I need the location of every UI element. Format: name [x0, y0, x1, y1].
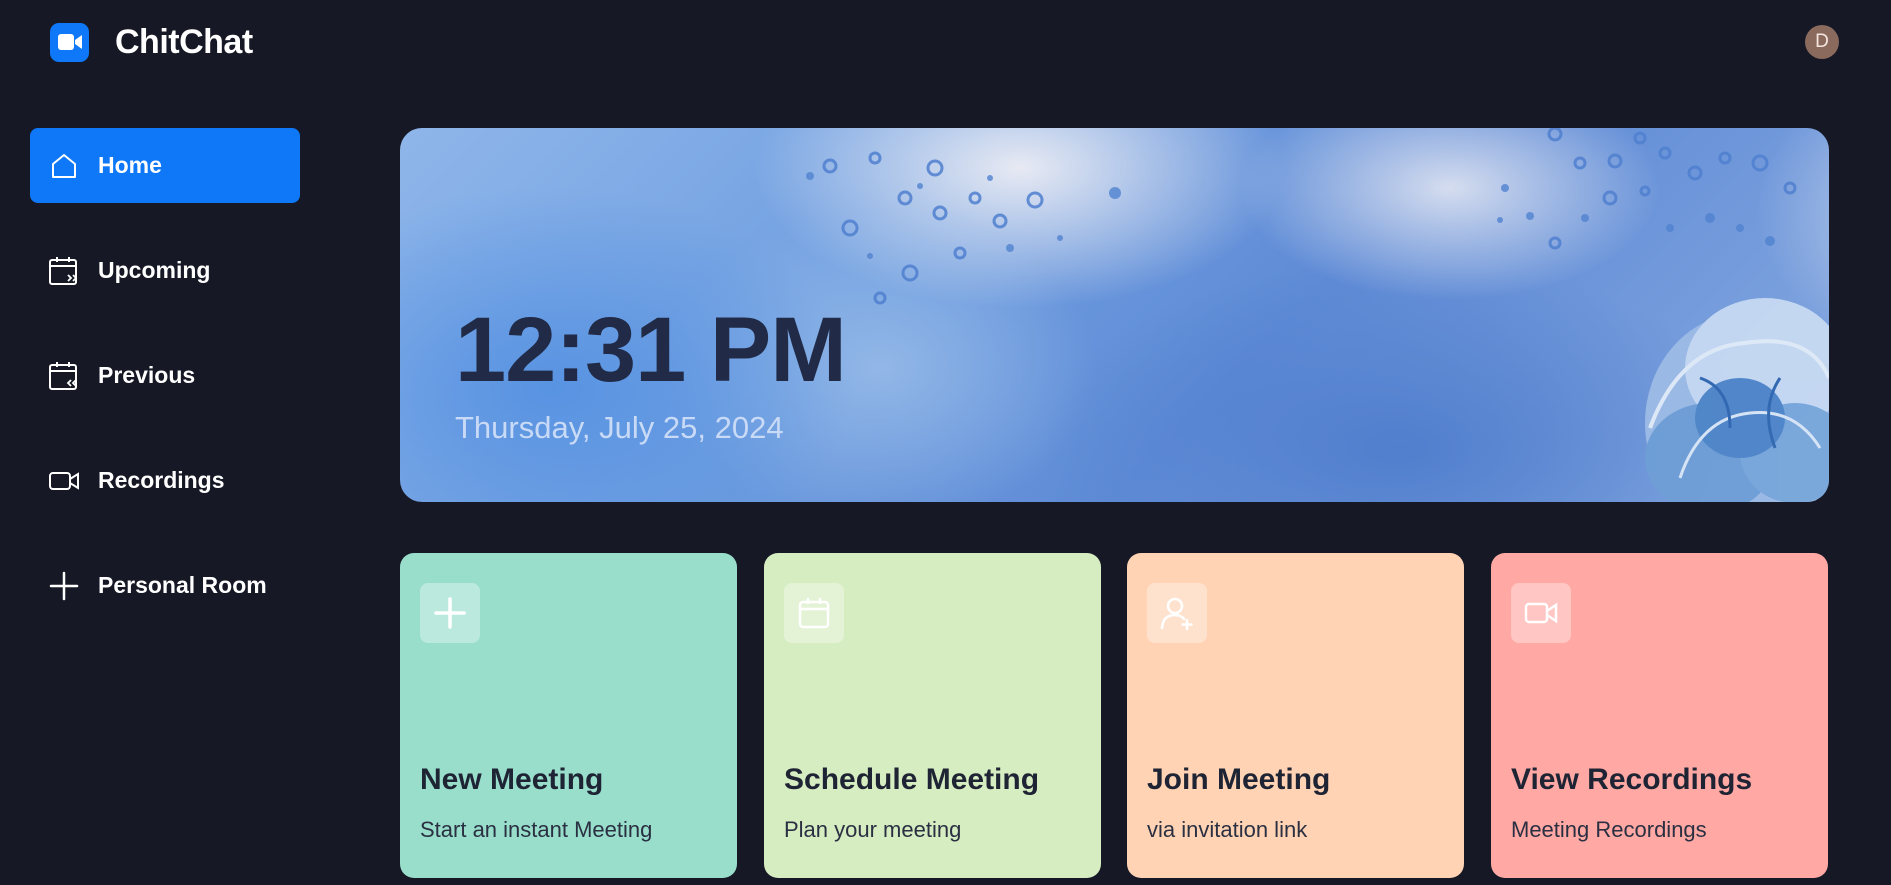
avatar[interactable]: D — [1805, 25, 1839, 59]
current-date: Thursday, July 25, 2024 — [455, 410, 784, 445]
current-time: 12:31 PM — [455, 299, 847, 401]
sidebar-item-previous[interactable]: Previous — [30, 338, 300, 413]
action-cards: New Meeting Start an instant Meeting Sch… — [400, 553, 1829, 878]
sidebar-item-upcoming[interactable]: Upcoming — [30, 233, 300, 308]
card-subtitle: Start an instant Meeting — [420, 817, 653, 842]
card-title: New Meeting — [420, 763, 604, 796]
card-subtitle: via invitation link — [1147, 817, 1308, 842]
plus-icon — [420, 583, 480, 643]
calendar-icon — [784, 583, 844, 643]
sidebar-item-home[interactable]: Home — [30, 128, 300, 203]
video-camera-icon — [50, 22, 89, 62]
join-meeting-card[interactable]: Join Meeting via invitation link — [1127, 553, 1464, 878]
top-bar: ChitChat D — [0, 0, 1891, 84]
card-subtitle: Meeting Recordings — [1511, 817, 1707, 842]
card-title: Schedule Meeting — [784, 763, 1040, 796]
view-recordings-card[interactable]: View Recordings Meeting Recordings — [1491, 553, 1828, 878]
card-subtitle: Plan your meeting — [784, 817, 962, 842]
sidebar: Home Upcoming Previous Recordings Person… — [30, 128, 300, 653]
calendar-forward-icon — [48, 255, 80, 287]
sidebar-item-recordings[interactable]: Recordings — [30, 443, 300, 518]
sidebar-item-label: Recordings — [98, 467, 225, 493]
sidebar-item-label: Home — [98, 152, 162, 178]
new-meeting-card[interactable]: New Meeting Start an instant Meeting — [400, 553, 737, 878]
app-name: ChitChat — [115, 22, 253, 61]
calendar-back-icon — [48, 360, 80, 392]
hero-banner: 12:31 PM Thursday, July 25, 2024 — [400, 128, 1829, 502]
plus-icon — [48, 570, 80, 602]
card-title: View Recordings — [1511, 763, 1753, 796]
add-user-icon — [1147, 583, 1207, 643]
sidebar-item-label: Upcoming — [98, 257, 211, 283]
schedule-meeting-card[interactable]: Schedule Meeting Plan your meeting — [764, 553, 1101, 878]
card-title: Join Meeting — [1147, 763, 1331, 796]
sidebar-item-label: Previous — [98, 362, 196, 388]
sidebar-item-personal-room[interactable]: Personal Room — [30, 548, 300, 623]
video-camera-icon — [48, 465, 80, 497]
home-icon — [48, 150, 80, 182]
sidebar-item-label: Personal Room — [98, 572, 267, 598]
brand[interactable]: ChitChat — [50, 22, 253, 62]
video-camera-icon — [1511, 583, 1571, 643]
